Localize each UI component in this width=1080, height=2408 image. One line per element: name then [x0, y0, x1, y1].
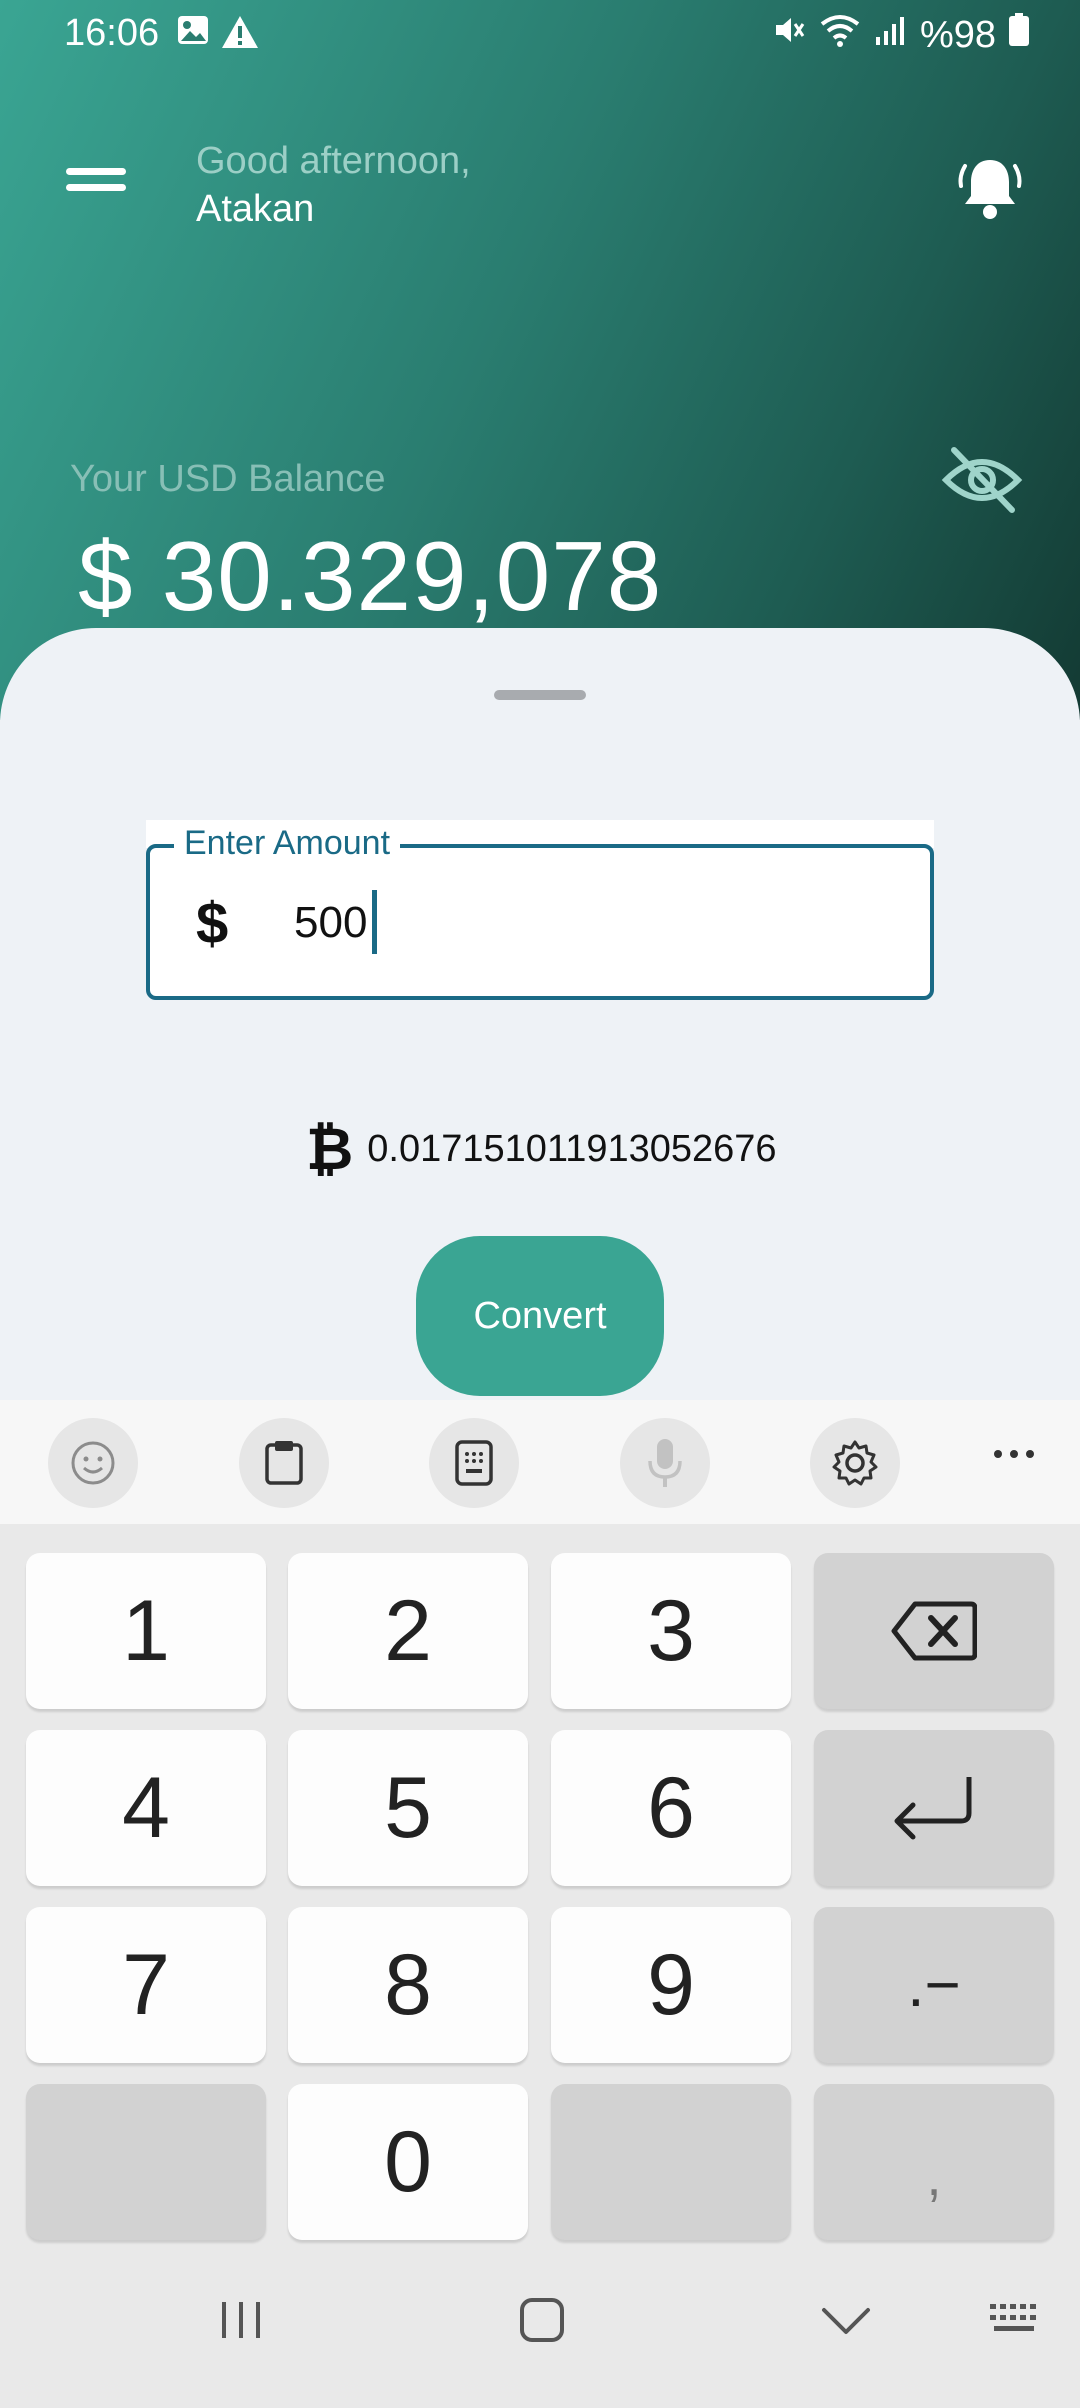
- navigation-bar: [0, 2246, 1080, 2408]
- blank-key-right: [551, 2084, 791, 2240]
- blank-key-left: [26, 2084, 266, 2240]
- key-3[interactable]: 3: [551, 1553, 791, 1709]
- hide-balance-icon[interactable]: [940, 444, 1024, 516]
- warning-icon: [220, 14, 260, 55]
- sheet-drag-handle[interactable]: [494, 690, 586, 700]
- key-2[interactable]: 2: [288, 1553, 528, 1709]
- convert-button[interactable]: Convert: [416, 1236, 664, 1396]
- currency-symbol: $: [196, 891, 229, 956]
- text-cursor: [372, 890, 377, 954]
- status-time: 16:06: [64, 12, 160, 54]
- symbol-key[interactable]: .−: [814, 1907, 1054, 2063]
- key-9[interactable]: 9: [551, 1907, 791, 2063]
- backspace-key[interactable]: [814, 1553, 1054, 1709]
- clipboard-icon[interactable]: [239, 1418, 329, 1508]
- amount-value: 500: [294, 898, 368, 947]
- btc-result: ₿ 0.017151011913052676: [306, 1116, 777, 1183]
- header: 16:06 %98 Good afternoon, Atakan Your US…: [0, 0, 1080, 720]
- key-7[interactable]: 7: [26, 1907, 266, 2063]
- settings-icon[interactable]: [810, 1418, 900, 1508]
- username: Atakan: [196, 188, 315, 230]
- key-4[interactable]: 4: [26, 1730, 266, 1886]
- numeric-keyboard: 1 2 3 4 5 6 7 8 9 .− 0 ,: [0, 1524, 1080, 2246]
- key-5[interactable]: 5: [288, 1730, 528, 1886]
- amount-field-label: Enter Amount: [174, 824, 401, 863]
- balance-label: Your USD Balance: [70, 458, 386, 500]
- home-icon[interactable]: [518, 2296, 566, 2349]
- keypad-icon[interactable]: [429, 1418, 519, 1508]
- btc-result-value: 0.017151011913052676: [367, 1128, 777, 1170]
- converter-sheet: $ 500 Enter Amount ₿ 0.01715101191305267…: [0, 628, 1080, 1400]
- comma-key[interactable]: ,: [814, 2084, 1054, 2240]
- key-8[interactable]: 8: [288, 1907, 528, 2063]
- balance-value: $ 30.329,078: [78, 521, 663, 631]
- key-6[interactable]: 6: [551, 1730, 791, 1886]
- status-bar: 16:06 %98: [0, 0, 1080, 72]
- greeting-text: Good afternoon,: [196, 140, 471, 182]
- hide-keyboard-icon[interactable]: [820, 2296, 872, 2349]
- battery-percent: %98: [919, 13, 996, 56]
- more-icon[interactable]: [990, 1446, 1038, 1467]
- wifi-icon: [818, 12, 862, 58]
- notification-bell-icon[interactable]: [955, 152, 1025, 224]
- keyboard-toolbar: [0, 1400, 1080, 1524]
- microphone-icon[interactable]: [620, 1418, 710, 1508]
- battery-icon: [1008, 13, 1030, 57]
- key-1[interactable]: 1: [26, 1553, 266, 1709]
- enter-key[interactable]: [814, 1730, 1054, 1886]
- signal-icon: [874, 14, 908, 57]
- menu-button[interactable]: [66, 168, 126, 208]
- key-0[interactable]: 0: [288, 2084, 528, 2240]
- emoji-icon[interactable]: [48, 1418, 138, 1508]
- keyboard-switch-icon[interactable]: [988, 2296, 1044, 2349]
- gallery-icon: [176, 14, 210, 51]
- bitcoin-icon: ₿: [306, 1117, 354, 1182]
- amount-input[interactable]: $ 500: [146, 844, 934, 1000]
- recent-apps-icon[interactable]: [218, 2296, 264, 2349]
- mute-icon: [772, 13, 806, 57]
